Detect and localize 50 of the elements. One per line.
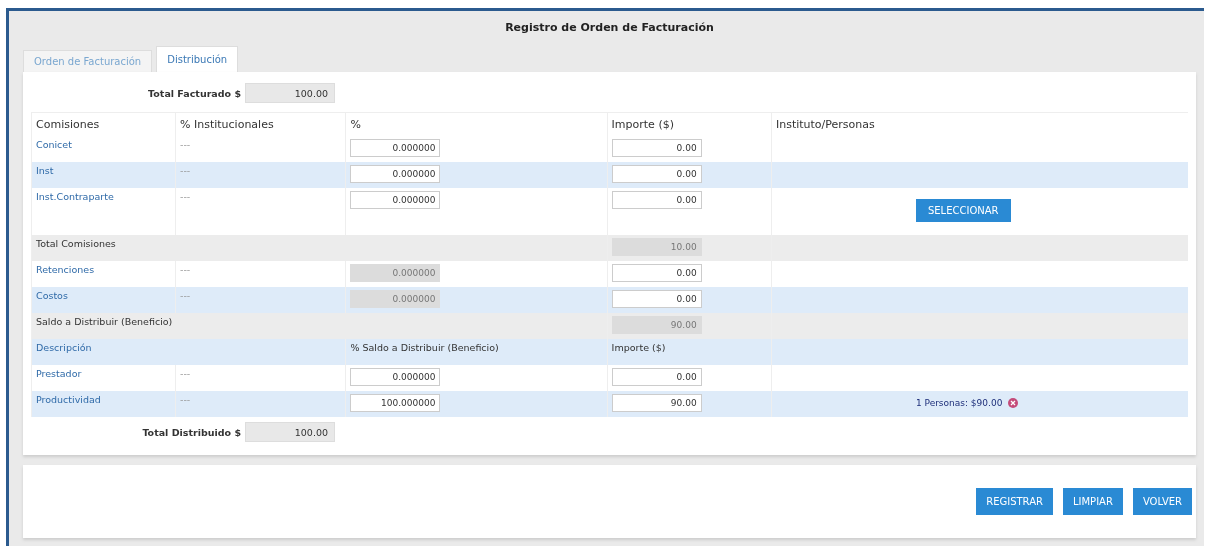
column-header: Instituto/Personas <box>775 118 875 131</box>
amount-field[interactable]: 0.00 <box>611 165 702 183</box>
total-label: Total Comisiones <box>36 238 116 249</box>
column-header: Importe ($) <box>611 118 674 131</box>
action-button[interactable]: REGISTRAR <box>976 488 1053 515</box>
total-label: Saldo a Distribuir (Beneficio) <box>36 316 173 327</box>
column-header: % Institucionales <box>180 118 274 131</box>
total-field: 100.00 <box>245 422 335 442</box>
row-name: Inst <box>36 165 54 176</box>
amount-field[interactable]: 0.00 <box>611 290 702 308</box>
dash-text: --- <box>180 139 191 150</box>
percent-field[interactable]: 0.000000 <box>350 368 441 386</box>
percent-field[interactable]: 0.000000 <box>350 191 441 209</box>
column-header: Importe ($) <box>611 342 666 353</box>
row-name: Retenciones <box>36 264 95 275</box>
dash-text: --- <box>180 191 191 202</box>
column-header: Descripción <box>36 342 92 353</box>
persons-link[interactable]: 1 Personas: $90.00 <box>915 398 1003 408</box>
remove-icon[interactable] <box>1008 398 1019 408</box>
percent-field[interactable]: 100.000000 <box>350 394 441 412</box>
percent-field[interactable]: 0.000000 <box>350 165 441 183</box>
amount-field: 90.00 <box>611 316 702 334</box>
tab[interactable]: Distribución <box>156 46 239 72</box>
row-name: Prestador <box>36 368 82 379</box>
action-button[interactable]: LIMPIAR <box>1062 488 1123 515</box>
field-label: Total Facturado $ <box>147 87 241 99</box>
dash-text: --- <box>180 394 191 405</box>
dash-text: --- <box>180 368 191 379</box>
row-name: Productividad <box>36 394 101 405</box>
amount-field[interactable]: 0.00 <box>611 368 702 386</box>
total-field: 100.00 <box>245 83 335 103</box>
percent-field[interactable]: 0.000000 <box>350 139 441 157</box>
dash-text: --- <box>180 264 191 275</box>
amount-field[interactable]: 0.00 <box>611 264 702 282</box>
row-name: Costos <box>36 290 68 301</box>
row-name: Conicet <box>36 139 72 150</box>
column-header: % <box>350 118 361 131</box>
field-label: Total Distribuido $ <box>141 426 241 438</box>
amount-field: 10.00 <box>611 238 702 256</box>
amount-field[interactable]: 90.00 <box>611 394 702 412</box>
dash-text: --- <box>180 290 191 301</box>
dash-text: --- <box>180 165 191 176</box>
amount-field[interactable]: 0.00 <box>611 191 702 209</box>
row-name: Inst.Contraparte <box>36 191 114 202</box>
column-header: % Saldo a Distribuir (Beneficio) <box>350 342 499 353</box>
amount-field[interactable]: 0.00 <box>611 139 702 157</box>
column-header: Comisiones <box>36 118 100 131</box>
window-title: Registro de Orden de Facturación <box>504 20 715 36</box>
action-button[interactable]: VOLVER <box>1132 488 1192 515</box>
select-button[interactable]: SELECCIONAR <box>915 199 1011 222</box>
